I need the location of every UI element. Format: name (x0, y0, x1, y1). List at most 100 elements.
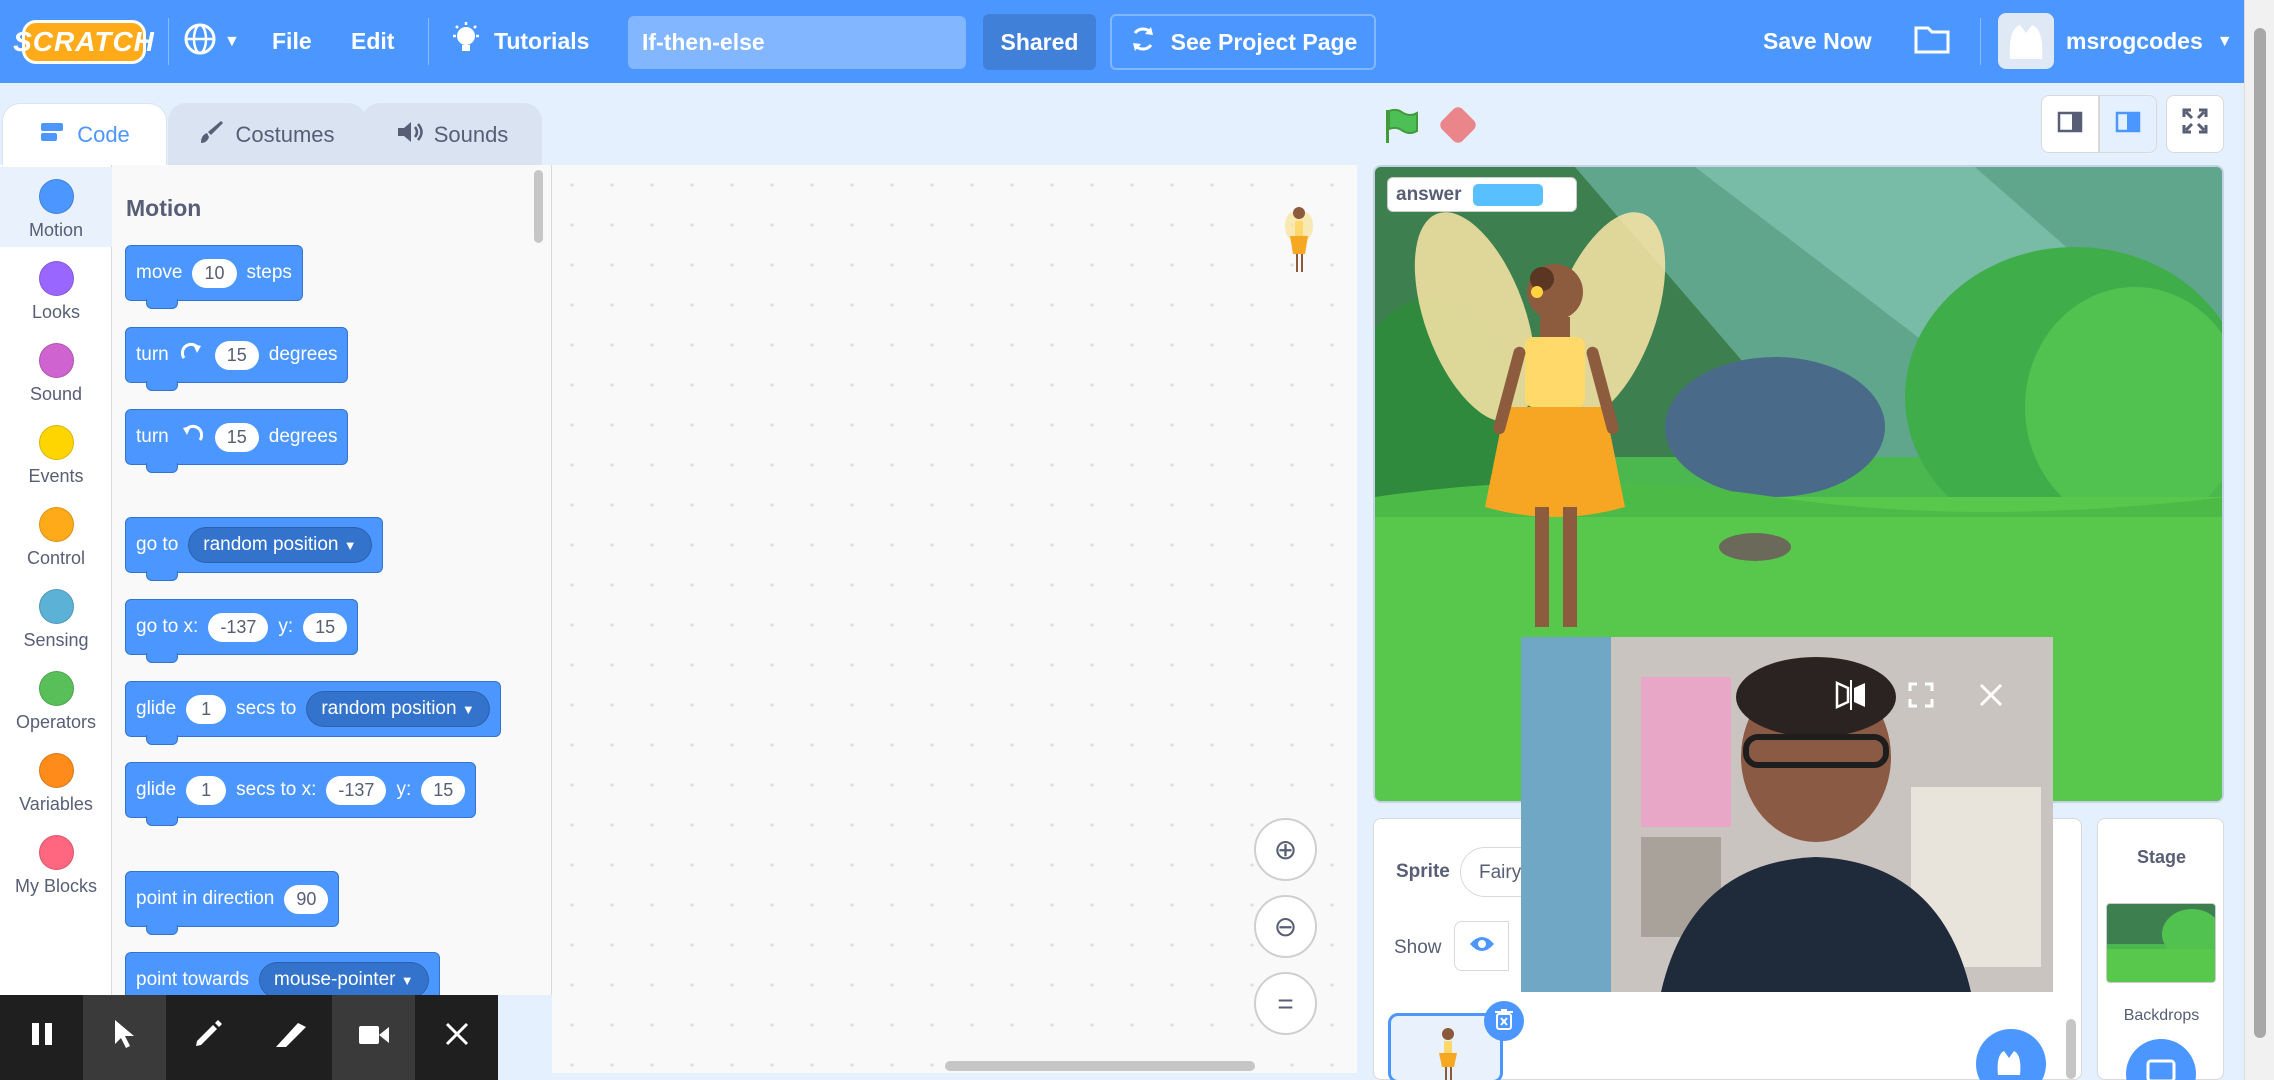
highlighter-tool-button[interactable] (249, 995, 332, 1080)
go-to-xy-block[interactable]: go to x: -137 y: 15 (125, 599, 359, 663)
move-steps-block[interactable]: move 10 steps (125, 245, 303, 309)
fairy-thumbnail-icon (1439, 1028, 1457, 1080)
choose-sprite-button[interactable] (1976, 1029, 2046, 1080)
glide-to-block[interactable]: glide 1 secs to random position ▼ (125, 681, 501, 745)
shared-button[interactable]: Shared (983, 14, 1096, 70)
point-in-direction-block[interactable]: point in direction 90 (125, 871, 340, 935)
steps-input[interactable]: 10 (192, 258, 237, 288)
control-dot (38, 507, 74, 542)
tab-costumes[interactable]: Costumes (168, 103, 366, 165)
zoom-out-button[interactable]: ⊖ (1254, 895, 1317, 958)
category-sensing[interactable]: Sensing (0, 577, 112, 657)
username: msrogcodes (2066, 28, 2203, 54)
stop-button[interactable] (1437, 104, 1479, 146)
category-my-blocks[interactable]: My Blocks (0, 823, 112, 903)
turn-left-block[interactable]: turn 15 degrees (125, 409, 349, 473)
zoom-reset-button[interactable]: = (1254, 972, 1317, 1035)
code-workspace[interactable] (552, 165, 1357, 1073)
delete-sprite-button[interactable] (1484, 1001, 1524, 1041)
expand-video-button[interactable] (1901, 677, 1941, 717)
project-title-input[interactable] (628, 16, 966, 69)
stage-target-pane[interactable]: Stage Backdrops (2097, 818, 2224, 1080)
tutorials-button[interactable]: Tutorials (450, 0, 589, 83)
x-input[interactable]: -137 (208, 612, 269, 642)
large-stage-button[interactable] (2099, 95, 2157, 153)
palette-scrollbar[interactable] (534, 170, 543, 243)
mirror-video-button[interactable] (1831, 677, 1871, 717)
account-menu[interactable]: msrogcodes ▼ (2066, 0, 2233, 83)
sprite-list-scrollbar[interactable] (2066, 1019, 2076, 1079)
dropdown-arrow-icon: ▼ (343, 538, 357, 553)
workspace-scrollbar[interactable] (945, 1061, 1255, 1071)
sprite-label: Sprite (1396, 861, 1450, 882)
secs-input[interactable]: 1 (186, 775, 227, 805)
highlighter-icon (274, 1019, 308, 1057)
edit-menu[interactable]: Edit (351, 0, 394, 83)
target-dropdown[interactable]: random position ▼ (188, 527, 372, 563)
block-text: point towards (136, 969, 250, 990)
fullscreen-button[interactable] (2166, 95, 2224, 153)
see-project-page-button[interactable]: See Project Page (1110, 14, 1376, 70)
tab-code[interactable]: Code (2, 103, 167, 165)
target-dropdown[interactable]: random position ▼ (306, 691, 490, 727)
close-toolbar-button[interactable] (415, 995, 498, 1080)
webcam-overlay[interactable] (1521, 637, 2053, 992)
brush-icon (199, 119, 225, 151)
file-menu[interactable]: File (272, 0, 312, 83)
divider (168, 18, 169, 65)
category-motion[interactable]: Motion (0, 167, 112, 247)
degrees-input[interactable]: 15 (214, 422, 259, 452)
language-menu[interactable]: ▼ (182, 0, 240, 83)
tutorials-label: Tutorials (494, 28, 590, 54)
block-text: secs to x: (236, 779, 317, 800)
glide-to-xy-block[interactable]: glide 1 secs to x: -137 y: 15 (125, 762, 477, 826)
block-text: go to x: (136, 616, 199, 637)
green-flag-button[interactable] (1383, 107, 1421, 145)
pen-tool-button[interactable] (166, 995, 249, 1080)
zoom-in-button[interactable]: ⊕ (1254, 818, 1317, 881)
save-now-button[interactable]: Save Now (1763, 0, 1872, 83)
choose-backdrop-button[interactable] (2126, 1039, 2196, 1080)
turn-right-block[interactable]: turn 15 degrees (125, 327, 349, 391)
scratch-logo[interactable]: SCRATCH (13, 20, 154, 64)
scratch-editor: SCRATCH ▼ File Edit Tutorials Shared See… (0, 0, 2274, 1080)
show-sprite-toggle[interactable] (1454, 921, 1509, 971)
tab-sounds[interactable]: Sounds (362, 103, 542, 165)
rotate-left-icon (179, 422, 205, 452)
scrollbar-thumb[interactable] (2254, 28, 2266, 1038)
category-events[interactable]: Events (0, 413, 112, 493)
direction-input[interactable]: 90 (284, 884, 329, 914)
equals-icon: = (1277, 987, 1294, 1019)
close-video-button[interactable] (1971, 677, 2011, 717)
category-control[interactable]: Control (0, 495, 112, 575)
category-operators[interactable]: Operators (0, 659, 112, 739)
folder-icon (1914, 24, 1950, 60)
pencil-icon (193, 1019, 223, 1057)
pointer-tool-button[interactable] (83, 995, 166, 1080)
my-stuff-button[interactable] (1914, 0, 1950, 83)
camera-toggle-button[interactable] (332, 995, 415, 1080)
point-towards-block[interactable]: point towards mouse-pointer ▼ (125, 952, 440, 995)
category-looks[interactable]: Looks (0, 249, 112, 329)
block-text: turn (136, 344, 169, 365)
target-dropdown[interactable]: mouse-pointer ▼ (259, 962, 429, 995)
divider (428, 18, 429, 65)
category-variables[interactable]: Variables (0, 741, 112, 821)
avatar[interactable] (1998, 13, 2054, 69)
sensing-dot (38, 589, 74, 624)
image-icon (2146, 1059, 2176, 1080)
y-input[interactable]: 15 (421, 775, 466, 805)
page-scrollbar[interactable] (2244, 0, 2274, 1080)
degrees-input[interactable]: 15 (214, 340, 259, 370)
looks-dot (38, 261, 74, 296)
recording-toolbar (0, 995, 498, 1080)
y-input[interactable]: 15 (303, 612, 348, 642)
answer-monitor[interactable]: answer (1387, 177, 1577, 212)
go-to-block[interactable]: go to random position ▼ (125, 517, 383, 581)
category-sound[interactable]: Sound (0, 331, 112, 411)
small-stage-button[interactable] (2041, 95, 2099, 153)
secs-input[interactable]: 1 (186, 694, 227, 724)
x-input[interactable]: -137 (326, 775, 387, 805)
category-label: Variables (19, 794, 93, 814)
pause-button[interactable] (0, 995, 83, 1080)
